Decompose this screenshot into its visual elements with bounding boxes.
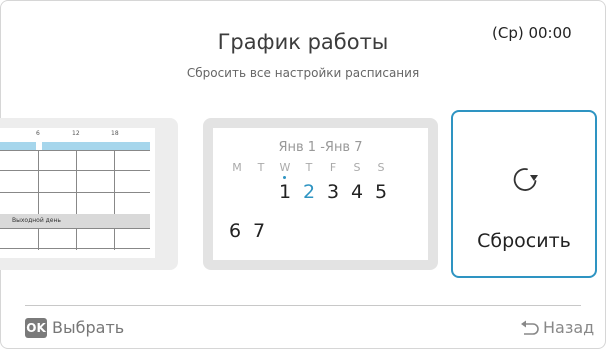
page-subtitle: Сбросить все настройки расписания (186, 66, 420, 80)
weekday-label: W (279, 161, 291, 174)
tick-label: 18 (111, 130, 119, 137)
calendar-day: 6 (228, 220, 242, 242)
weekday-label: T (305, 161, 313, 174)
clock: (Ср) 00:00 (492, 24, 572, 42)
tick-label: 6 (36, 130, 40, 137)
weekday-label: S (377, 161, 385, 174)
day-off-label: Выходной день (0, 214, 150, 228)
reset-card[interactable]: Сбросить (451, 110, 597, 278)
weekday-label: F (329, 161, 337, 174)
back-button[interactable]: Назад (520, 318, 604, 338)
back-arrow-icon (521, 320, 539, 335)
select-hint[interactable]: Выбрать (52, 318, 124, 337)
calendar-day: 3 (326, 181, 340, 203)
ok-key-badge: OK (25, 318, 47, 338)
reset-icon (513, 168, 538, 191)
schedule-preview: 6 12 18 Выходной день (0, 128, 155, 258)
back-label: Назад (543, 318, 595, 337)
calendar-card[interactable]: Янв 1 -Янв 7 M T W T F S S 1 2 3 4 5 6 7 (203, 118, 438, 270)
hour-ticks: 6 12 18 (0, 130, 155, 140)
schedule-grid: Выходной день (0, 150, 150, 250)
calendar-day: 4 (350, 181, 364, 203)
footer-divider (25, 305, 581, 306)
reset-label: Сбросить (477, 230, 571, 252)
calendar-preview: Янв 1 -Янв 7 M T W T F S S 1 2 3 4 5 6 7 (213, 128, 428, 260)
working-hours-bar (0, 142, 150, 150)
schedule-preview-card[interactable]: 6 12 18 Выходной день (0, 118, 178, 270)
tick-label: 12 (72, 130, 80, 137)
calendar-day: 5 (374, 181, 388, 203)
calendar-day: 7 (252, 220, 266, 242)
date-range: Янв 1 -Янв 7 (278, 140, 363, 155)
calendar-day-today: 2 (302, 181, 316, 203)
weekday-label: M (232, 161, 242, 174)
weekday-label: S (353, 161, 361, 174)
current-day-marker (283, 176, 286, 179)
calendar-day: 1 (278, 181, 292, 203)
weekday-label: T (257, 161, 265, 174)
